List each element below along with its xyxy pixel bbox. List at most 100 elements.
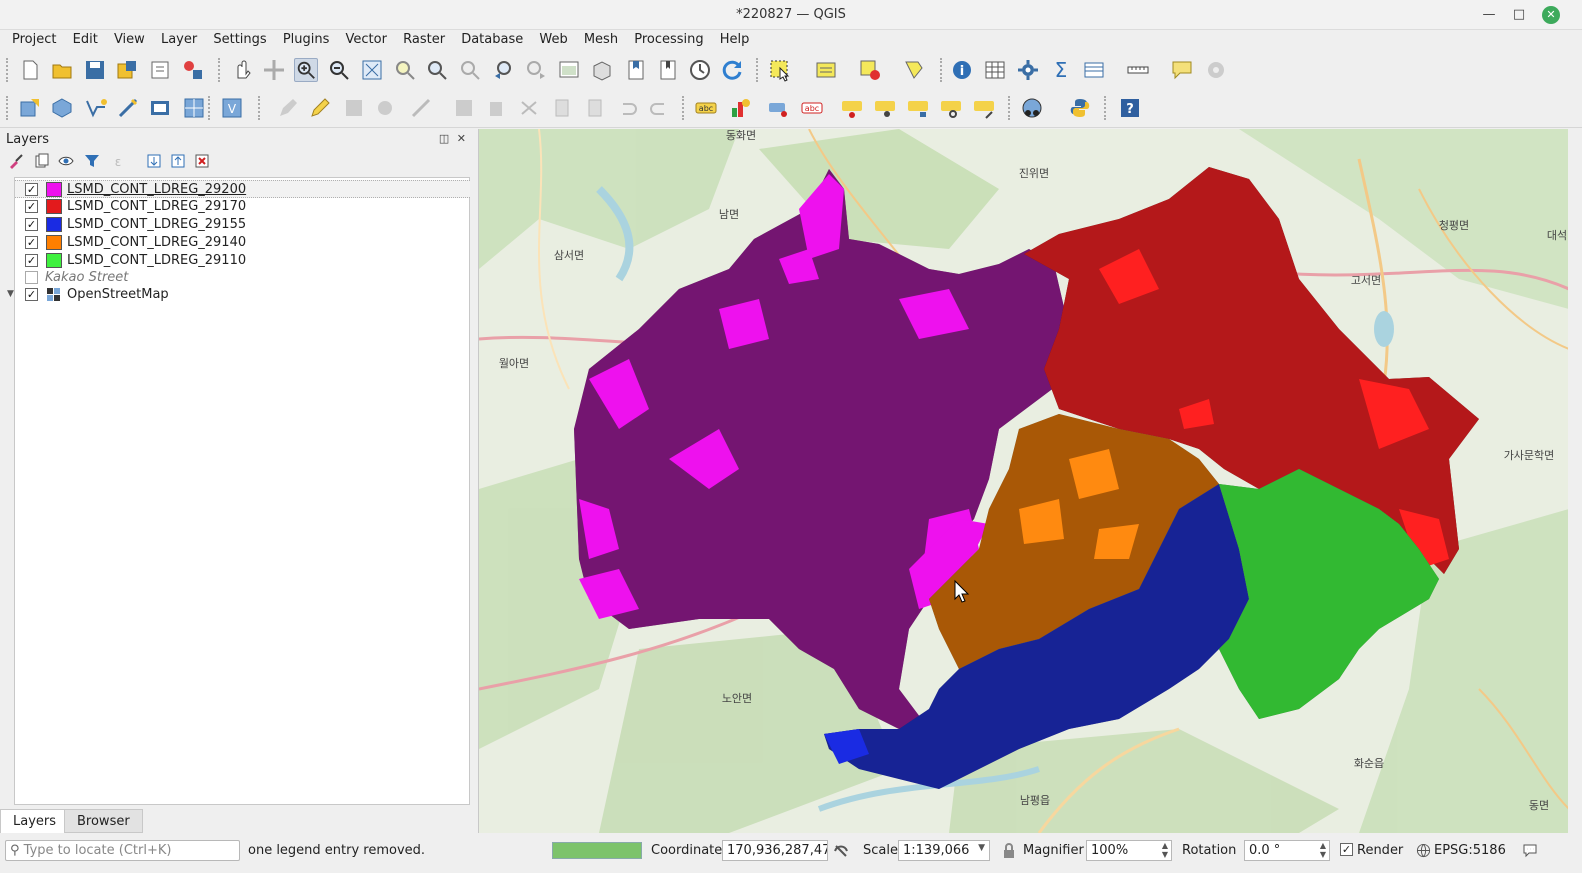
menu-layer[interactable]: Layer [161, 30, 197, 47]
save-edits-icon[interactable] [342, 96, 366, 120]
menu-help[interactable]: Help [720, 30, 750, 47]
map-tips-icon[interactable] [1170, 58, 1194, 82]
menu-database[interactable]: Database [461, 30, 523, 47]
render-checkbox[interactable]: ✓ [1340, 843, 1353, 856]
close-button[interactable]: ✕ [1542, 6, 1560, 24]
python-icon[interactable] [1204, 58, 1228, 82]
pan-to-selection-icon[interactable] [262, 58, 286, 82]
toggle-editing-icon[interactable] [308, 96, 332, 120]
plugin-globe-icon[interactable] [1020, 96, 1044, 120]
layer-row-29110[interactable]: ✓ LSMD_CONT_LDREG_29110 [15, 252, 470, 270]
label-properties-icon[interactable] [972, 96, 996, 120]
save-as-icon[interactable] [115, 58, 139, 82]
new-bookmark-icon[interactable] [624, 58, 648, 82]
delete-selected-icon[interactable] [452, 96, 476, 120]
add-group-icon[interactable] [34, 153, 50, 169]
zoom-in-icon[interactable] [294, 58, 318, 82]
python-console-icon[interactable] [1068, 96, 1092, 120]
zoom-to-layer-icon[interactable] [425, 58, 449, 82]
float-panel-icon[interactable]: ◫ [439, 132, 449, 145]
menu-project[interactable]: Project [12, 30, 56, 47]
toolbar-grip[interactable] [756, 58, 760, 82]
crs-button[interactable]: EPSG:5186 [1434, 843, 1506, 858]
help-icon[interactable]: ? [1118, 96, 1142, 120]
paste-icon[interactable] [583, 96, 607, 120]
show-hide-label-icon[interactable]: abc [800, 96, 824, 120]
attribute-table-icon[interactable] [983, 58, 1007, 82]
refresh-icon[interactable] [720, 58, 744, 82]
layer-visibility-checkbox[interactable]: ✓ [25, 183, 38, 196]
select-features-icon[interactable] [768, 58, 792, 82]
toolbar-grip[interactable] [6, 58, 10, 82]
measure-icon[interactable] [1126, 58, 1150, 82]
close-panel-icon[interactable]: ✕ [457, 132, 466, 145]
show-bookmarks-icon[interactable] [656, 58, 680, 82]
zoom-to-selection-icon[interactable] [393, 58, 417, 82]
zoom-next-icon[interactable] [524, 58, 548, 82]
spin-arrows-icon[interactable]: ▲ ▼ [1320, 841, 1326, 859]
deselect-icon[interactable] [858, 58, 882, 82]
change-label-icon[interactable] [906, 96, 930, 120]
select-location-icon[interactable] [902, 58, 926, 82]
locator-search-input[interactable]: ⚲ Type to locate (Ctrl+K) [5, 840, 240, 861]
vertex-tool-icon[interactable] [409, 96, 433, 120]
filter-by-expression-icon[interactable]: ε [110, 153, 126, 169]
open-layer-styling-icon[interactable] [8, 153, 24, 169]
add-feature-icon[interactable] [375, 96, 399, 120]
menu-plugins[interactable]: Plugins [283, 30, 330, 47]
layer-row-29170[interactable]: ✓ LSMD_CONT_LDREG_29170 [15, 198, 470, 216]
expand-arrow-icon[interactable]: ▼ [7, 289, 14, 299]
statistics-icon[interactable]: Σ [1049, 58, 1073, 82]
move-label-icon[interactable] [840, 96, 864, 120]
menu-edit[interactable]: Edit [73, 30, 98, 47]
save-project-icon[interactable] [83, 58, 107, 82]
maximize-button[interactable]: □ [1508, 4, 1530, 26]
paste-features-icon[interactable] [550, 96, 574, 120]
layer-visibility-checkbox[interactable]: ✓ [25, 200, 38, 213]
digitizing-icon[interactable]: V [220, 96, 244, 120]
layer-row-29200[interactable]: ✓ LSMD_CONT_LDREG_29200 [15, 180, 470, 198]
diagram-icon[interactable] [728, 96, 752, 120]
spin-arrows-icon[interactable]: ▲ ▼ [1162, 841, 1168, 859]
menu-processing[interactable]: Processing [634, 30, 703, 47]
rotate-label-icon-2[interactable] [939, 96, 963, 120]
coordinate-field[interactable]: 170,936,287,477 [722, 840, 828, 861]
tab-browser[interactable]: Browser [64, 809, 143, 833]
filter-legend-icon[interactable] [84, 153, 100, 169]
toolbox-icon[interactable] [1016, 58, 1040, 82]
tab-layers[interactable]: Layers [0, 809, 70, 833]
toggle-extents-icon[interactable] [833, 843, 849, 859]
new-project-icon[interactable] [18, 58, 42, 82]
new-geopackage-icon[interactable] [50, 96, 74, 120]
toolbar-grip[interactable] [258, 96, 262, 120]
layer-row-29140[interactable]: ✓ LSMD_CONT_LDREG_29140 [15, 234, 470, 252]
toolbar-grip[interactable] [6, 96, 10, 120]
data-source-manager-icon[interactable] [18, 96, 42, 120]
rotate-label-icon[interactable] [873, 96, 897, 120]
lock-scale-icon[interactable] [1002, 843, 1016, 859]
undo-icon[interactable] [615, 96, 639, 120]
identify-icon[interactable]: i [950, 58, 974, 82]
open-project-icon[interactable] [50, 58, 74, 82]
menu-web[interactable]: Web [539, 30, 567, 47]
magnifier-spinbox[interactable]: 100% ▲ ▼ [1086, 840, 1172, 861]
collapse-all-icon[interactable] [170, 153, 186, 169]
style-manager-icon[interactable] [181, 58, 205, 82]
menu-mesh[interactable]: Mesh [584, 30, 618, 47]
pin-label-icon[interactable] [767, 96, 791, 120]
layer-visibility-checkbox[interactable]: ✓ [25, 236, 38, 249]
new-temp-layer-icon[interactable] [148, 96, 172, 120]
toolbar-grip[interactable] [682, 96, 686, 120]
new-spatialite-icon[interactable] [116, 96, 140, 120]
layer-row-openstreetmap[interactable]: ▼ ✓ OpenStreetMap [7, 286, 470, 304]
print-layout-icon[interactable] [148, 58, 172, 82]
minimize-button[interactable]: — [1478, 4, 1500, 26]
menu-raster[interactable]: Raster [403, 30, 445, 47]
manage-visibility-icon[interactable] [58, 153, 74, 169]
rotation-spinbox[interactable]: 0.0 ° ▲ ▼ [1244, 840, 1330, 861]
layer-visibility-checkbox[interactable] [25, 271, 38, 284]
new-map-view-icon[interactable] [557, 58, 581, 82]
layer-visibility-checkbox[interactable]: ✓ [25, 254, 38, 267]
zoom-full-icon[interactable] [360, 58, 384, 82]
toolbar-grip[interactable] [1104, 96, 1108, 120]
